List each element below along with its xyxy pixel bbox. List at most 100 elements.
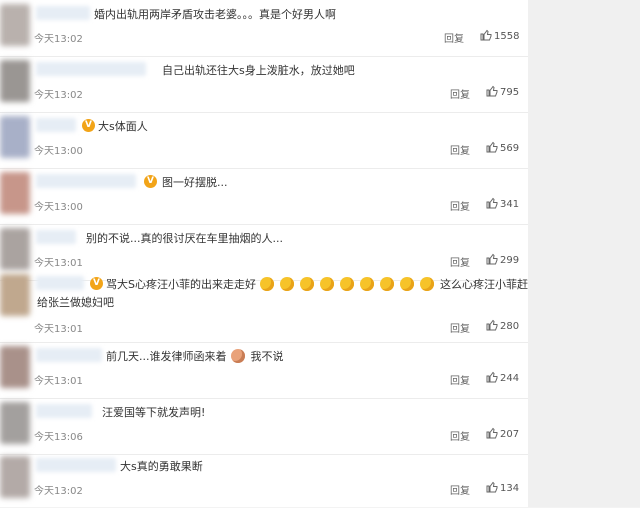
- username[interactable]: [36, 62, 146, 76]
- laughing-emoji-icon: [319, 277, 334, 291]
- page-background: [528, 0, 640, 507]
- comment-item: 前几天...谁发律师函来着 我不说 今天13:01 回复 244: [0, 342, 528, 399]
- thumbs-up-icon: [486, 319, 498, 331]
- comment-item: V 大s体面人 今天13:00 回复 569: [0, 112, 528, 169]
- avatar[interactable]: [0, 346, 30, 388]
- comment-text: 自己出轨还往大s身上泼脏水，放过她吧: [162, 64, 355, 77]
- reply-button[interactable]: 回复: [450, 482, 470, 497]
- comment-item: 汪爱国等下就发声明! 今天13:06 回复 207: [0, 398, 528, 455]
- laughing-emoji-icon: [259, 277, 274, 291]
- like-count: 207: [500, 429, 520, 440]
- verified-badge-icon: V: [90, 277, 103, 290]
- comment-text-main: 前几天...谁发律师函来着: [106, 350, 227, 363]
- comment-text-line2: 给张兰做媳妇吧: [37, 296, 114, 309]
- reply-button[interactable]: 回复: [450, 142, 470, 157]
- comment-time: 今天13:01: [34, 324, 83, 335]
- reply-button[interactable]: 回复: [450, 198, 470, 213]
- comment-text: 婚内出轨用两岸矛盾攻击老婆。。。真是个好男人啊: [94, 8, 336, 21]
- like-count: 795: [500, 87, 520, 98]
- reply-button[interactable]: 回复: [450, 320, 470, 335]
- like-button[interactable]: 569: [486, 141, 519, 154]
- comment-time: 今天13:02: [34, 34, 83, 45]
- comment-text-tail: 我不说: [250, 350, 284, 363]
- comment-text: 图一好摆脱...: [162, 176, 228, 189]
- thumbs-up-icon: [486, 85, 498, 97]
- avatar[interactable]: [0, 4, 30, 46]
- like-button[interactable]: 1558: [480, 29, 519, 42]
- like-button[interactable]: 280: [486, 319, 519, 332]
- comment-text-main: 骂大S心疼汪小菲的出来走走好: [106, 278, 256, 291]
- reply-button[interactable]: 回复: [450, 372, 470, 387]
- reply-button[interactable]: 回复: [450, 86, 470, 101]
- laughing-emoji-icon: [379, 277, 394, 291]
- like-button[interactable]: 207: [486, 427, 519, 440]
- thumbs-up-icon: [486, 427, 498, 439]
- verified-badge-icon: V: [82, 119, 95, 132]
- comment-time: 今天13:02: [34, 486, 83, 497]
- comment-time: 今天13:00: [34, 146, 83, 157]
- username[interactable]: [36, 118, 76, 132]
- avatar[interactable]: [0, 116, 30, 158]
- username[interactable]: [36, 276, 84, 290]
- comment-item: V 图一好摆脱... 今天13:00 回复 341: [0, 168, 528, 225]
- like-count: 569: [500, 143, 520, 154]
- comment-time: 今天13:06: [34, 432, 83, 443]
- comment-text: 前几天...谁发律师函来着 我不说: [106, 348, 284, 364]
- comment-text: 大s体面人: [98, 120, 148, 133]
- username[interactable]: [36, 174, 136, 188]
- thumbs-up-icon: [480, 29, 492, 41]
- thumbs-up-icon: [486, 197, 498, 209]
- thumbs-up-icon: [486, 481, 498, 493]
- avatar[interactable]: [0, 456, 30, 498]
- laughing-emoji-icon: [279, 277, 294, 291]
- username[interactable]: [36, 348, 102, 362]
- like-count: 299: [500, 255, 520, 266]
- avatar[interactable]: [0, 274, 30, 316]
- laughing-emoji-icon: [419, 277, 434, 291]
- reply-button[interactable]: 回复: [450, 254, 470, 269]
- username[interactable]: [36, 230, 76, 244]
- comment-time: 今天13:01: [34, 376, 83, 387]
- like-count: 1558: [494, 31, 520, 42]
- verified-badge-icon: V: [144, 175, 157, 188]
- comment-text: 汪爱国等下就发声明!: [102, 406, 206, 419]
- thumbs-up-icon: [486, 141, 498, 153]
- laughing-emoji-icon: [339, 277, 354, 291]
- laughing-emoji-icon: [299, 277, 314, 291]
- like-count: 341: [500, 199, 520, 210]
- comment-text-tail: 这么心疼汪小菲赶紧: [439, 278, 539, 291]
- comment-text: 大s真的勇敢果断: [120, 460, 203, 473]
- username[interactable]: [36, 458, 116, 472]
- avatar[interactable]: [0, 228, 30, 270]
- like-count: 134: [500, 483, 520, 494]
- comment-panel: 婚内出轨用两岸矛盾攻击老婆。。。真是个好男人啊 今天13:02 回复 1558 …: [0, 0, 539, 508]
- comment-text: 骂大S心疼汪小菲的出来走走好 这么心疼汪小菲赶紧: [106, 276, 539, 292]
- username[interactable]: [36, 404, 92, 418]
- thumbs-up-icon: [486, 253, 498, 265]
- reply-button[interactable]: 回复: [450, 428, 470, 443]
- comment-time: 今天13:00: [34, 202, 83, 213]
- avatar[interactable]: [0, 172, 30, 214]
- comment-item: 大s真的勇敢果断 今天13:02 回复 134: [0, 452, 528, 508]
- laughing-emoji-icon: [399, 277, 414, 291]
- comment-time: 今天13:02: [34, 90, 83, 101]
- like-button[interactable]: 244: [486, 371, 519, 384]
- comment-item: V 骂大S心疼汪小菲的出来走走好 这么心疼汪小菲赶紧 给张兰做媳妇吧 今天13:0…: [0, 270, 539, 343]
- comment-text: 别的不说...真的很讨厌在车里抽烟的人...: [86, 232, 283, 245]
- like-button[interactable]: 134: [486, 481, 519, 494]
- like-count: 280: [500, 321, 520, 332]
- laughing-emoji-icon: [359, 277, 374, 291]
- laughing-emoji-icon: [230, 349, 245, 363]
- thumbs-up-icon: [486, 371, 498, 383]
- avatar[interactable]: [0, 60, 30, 102]
- comment-time: 今天13:01: [34, 258, 83, 269]
- like-button[interactable]: 341: [486, 197, 519, 210]
- like-button[interactable]: 299: [486, 253, 519, 266]
- like-count: 244: [500, 373, 520, 384]
- reply-button[interactable]: 回复: [444, 30, 464, 45]
- username[interactable]: [36, 6, 90, 20]
- comment-item: 婚内出轨用两岸矛盾攻击老婆。。。真是个好男人啊 今天13:02 回复 1558: [0, 0, 528, 57]
- comment-item: 自己出轨还往大s身上泼脏水，放过她吧 今天13:02 回复 795: [0, 56, 528, 113]
- avatar[interactable]: [0, 402, 30, 444]
- like-button[interactable]: 795: [486, 85, 519, 98]
